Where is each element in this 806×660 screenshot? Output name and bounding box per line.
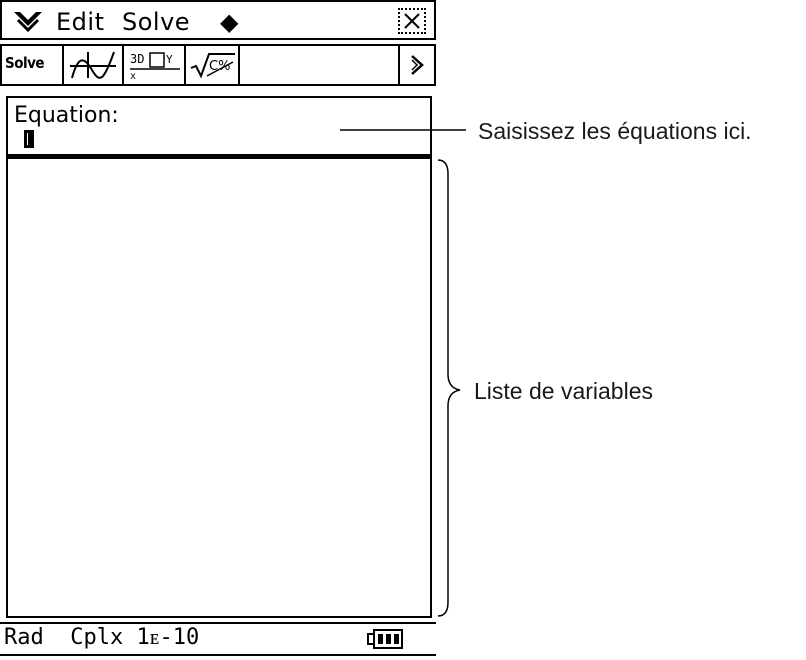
status-bar-bottom-line <box>0 654 436 656</box>
scroll-right-icon <box>411 55 424 75</box>
table-3d-icon: 3D Y x <box>130 52 180 80</box>
graph-icon <box>70 51 116 79</box>
table-tool-button[interactable]: 3D Y x <box>124 46 186 84</box>
svg-text:C%: C% <box>209 59 230 74</box>
equation-callout-text: Saisissez les équations ici. <box>478 118 752 144</box>
graph-tool-button[interactable] <box>64 46 124 84</box>
menu-edit[interactable]: Edit <box>56 8 104 36</box>
sqrt-icon: C% <box>190 53 235 79</box>
svg-text:Y: Y <box>166 53 173 66</box>
svg-text:x: x <box>130 71 136 80</box>
variable-list-callout-text: Liste de variables <box>474 378 653 404</box>
solve-tool-button[interactable]: Solve <box>2 46 64 84</box>
svg-text:3D: 3D <box>130 52 144 66</box>
close-button[interactable] <box>398 8 426 34</box>
menu-chevron-icon[interactable] <box>12 10 44 32</box>
menu-diamond[interactable]: ◆ <box>220 8 239 36</box>
sqrt-tool-button[interactable]: C% <box>186 46 240 84</box>
input-cursor <box>24 130 34 148</box>
toolbar-scroll-button[interactable] <box>398 46 434 84</box>
equation-label: Equation: <box>14 103 119 128</box>
status-bar-text: Rad Cplx 1ᴇ-10 <box>4 625 200 650</box>
variable-list[interactable] <box>6 156 432 618</box>
menu-bar: Edit Solve ◆ <box>0 0 436 40</box>
menu-solve[interactable]: Solve <box>122 8 190 36</box>
battery-icon <box>367 629 403 649</box>
solve-tool-label: Solve <box>5 54 45 72</box>
equation-callout-line <box>340 129 466 131</box>
variable-list-brace <box>437 159 461 617</box>
toolbar: Solve 3D Y x C% <box>0 44 436 86</box>
close-icon <box>404 13 420 29</box>
